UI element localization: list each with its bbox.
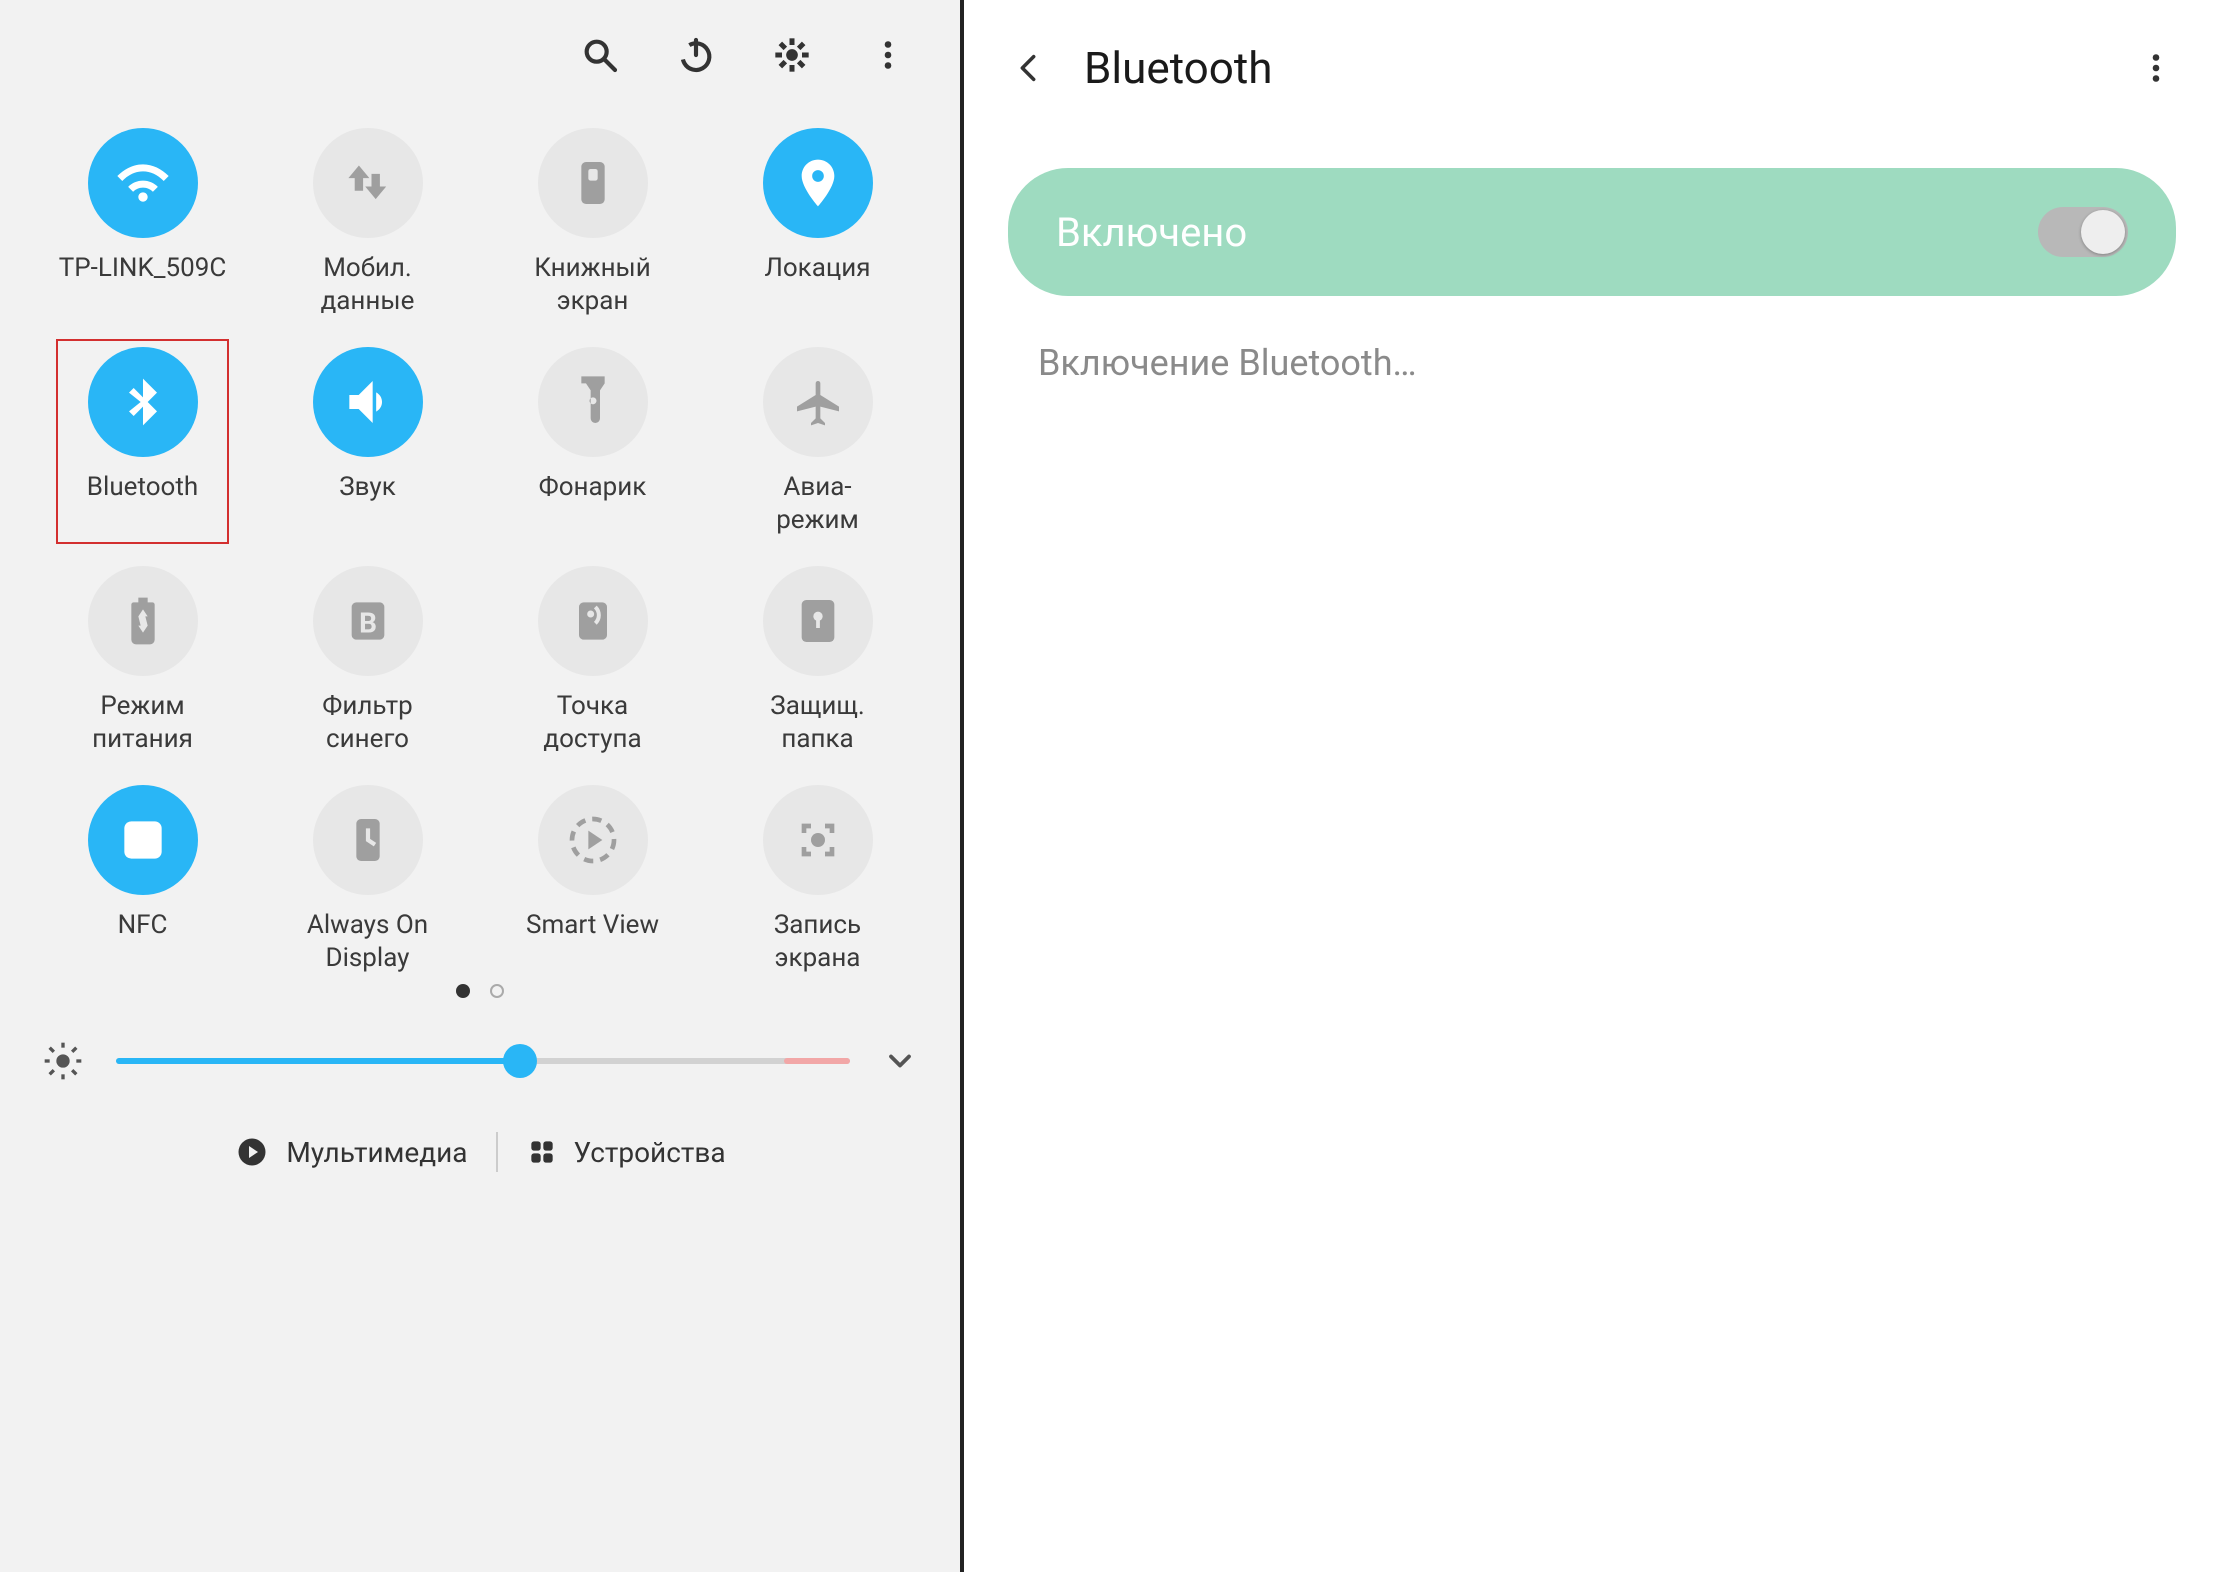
quick-settings-panel: TP-LINK_509C Мобил. данные Книжный экран Ло… <box>0 0 960 1572</box>
page-indicator <box>30 984 930 998</box>
bluetooth-settings-panel: Bluetooth Включено Включение Bluetooth… <box>964 0 2220 1572</box>
bluetooth-toggle-row[interactable]: Включено <box>1008 168 2176 296</box>
book-screen-icon[interactable] <box>538 128 648 238</box>
qs-tile-label: Фильтр синего <box>322 690 412 755</box>
secure-folder-icon[interactable] <box>763 566 873 676</box>
bluetooth-status-text: Включение Bluetooth… <box>1038 342 2176 384</box>
blue-light-icon[interactable] <box>313 566 423 676</box>
page-dot <box>456 984 470 998</box>
grid-icon <box>526 1136 558 1168</box>
search-icon[interactable] <box>576 31 624 79</box>
separator <box>496 1132 498 1172</box>
quick-settings-header <box>30 0 930 110</box>
qs-tile-label: Звук <box>339 471 396 535</box>
qs-tile-label: Авиа- режим <box>776 471 859 536</box>
location-icon[interactable] <box>763 128 873 238</box>
brightness-slider[interactable] <box>116 1041 850 1081</box>
page-title: Bluetooth <box>1084 42 2100 94</box>
qs-tile-label: Always On Display <box>307 909 428 974</box>
qs-tile-bluetooth[interactable]: Bluetooth <box>30 347 255 536</box>
play-circle-icon <box>234 1134 270 1170</box>
qs-tile-hotspot[interactable]: Точка доступа <box>480 566 705 755</box>
nfc-icon[interactable] <box>88 785 198 895</box>
screen-record-icon[interactable] <box>763 785 873 895</box>
qs-tile-airplane[interactable]: Авиа- режим <box>705 347 930 536</box>
bluetooth-switch[interactable] <box>2038 207 2128 257</box>
qs-tile-label: Защищ. папка <box>770 690 864 755</box>
qs-tile-mobile-data[interactable]: Мобил. данные <box>255 128 480 317</box>
qs-tile-blue-light[interactable]: Фильтр синего <box>255 566 480 755</box>
qs-tile-book-screen[interactable]: Книжный экран <box>480 128 705 317</box>
qs-tile-label: Локация <box>764 252 870 316</box>
qs-tile-screen-record[interactable]: Запись экрана <box>705 785 930 974</box>
wifi-icon[interactable] <box>88 128 198 238</box>
brightness-icon <box>40 1038 86 1084</box>
smart-view-icon[interactable] <box>538 785 648 895</box>
qs-tile-label: Запись экрана <box>774 909 861 974</box>
brightness-row <box>30 1038 930 1084</box>
more-icon[interactable] <box>2136 48 2176 88</box>
qs-tile-flashlight[interactable]: Фонарик <box>480 347 705 536</box>
quick-settings-grid: TP-LINK_509C Мобил. данные Книжный экран Ло… <box>30 128 930 974</box>
bluetooth-header: Bluetooth <box>1008 28 2176 108</box>
toggle-label: Включено <box>1056 209 1247 256</box>
sound-icon[interactable] <box>313 347 423 457</box>
more-icon[interactable] <box>864 31 912 79</box>
qs-tile-sound[interactable]: Звук <box>255 347 480 536</box>
power-icon[interactable] <box>672 31 720 79</box>
qs-tile-secure-folder[interactable]: Защищ. папка <box>705 566 930 755</box>
qs-tile-battery-saver[interactable]: Режим питания <box>30 566 255 755</box>
airplane-icon[interactable] <box>763 347 873 457</box>
qs-tile-label: Режим питания <box>92 690 193 755</box>
qs-tile-label: Книжный экран <box>534 252 651 317</box>
aod-icon[interactable] <box>313 785 423 895</box>
qs-tile-label: TP-LINK_509C <box>59 252 227 316</box>
hotspot-icon[interactable] <box>538 566 648 676</box>
qs-tile-nfc[interactable]: NFC <box>30 785 255 974</box>
qs-tile-location[interactable]: Локация <box>705 128 930 317</box>
qs-tile-label: Фонарик <box>539 471 647 535</box>
mobile-data-icon[interactable] <box>313 128 423 238</box>
quick-settings-footer: Мультимедиа Устройства <box>30 1132 930 1172</box>
media-button[interactable]: Мультимедиа <box>234 1134 467 1170</box>
bluetooth-icon[interactable] <box>88 347 198 457</box>
qs-tile-smart-view[interactable]: Smart View <box>480 785 705 974</box>
qs-tile-label: Smart View <box>526 909 659 973</box>
page-dot <box>490 984 504 998</box>
qs-tile-aod[interactable]: Always On Display <box>255 785 480 974</box>
battery-saver-icon[interactable] <box>88 566 198 676</box>
qs-tile-label: Точка доступа <box>543 690 641 755</box>
qs-tile-wifi[interactable]: TP-LINK_509C <box>30 128 255 317</box>
qs-tile-label: Bluetooth <box>87 471 198 535</box>
devices-button[interactable]: Устройства <box>526 1136 726 1169</box>
chevron-down-icon[interactable] <box>880 1041 920 1081</box>
gear-icon[interactable] <box>768 31 816 79</box>
qs-tile-label: NFC <box>118 909 168 973</box>
media-label: Мультимедиа <box>286 1136 467 1169</box>
qs-tile-label: Мобил. данные <box>321 252 415 317</box>
back-icon[interactable] <box>1008 48 1048 88</box>
flashlight-icon[interactable] <box>538 347 648 457</box>
devices-label: Устройства <box>574 1136 726 1169</box>
